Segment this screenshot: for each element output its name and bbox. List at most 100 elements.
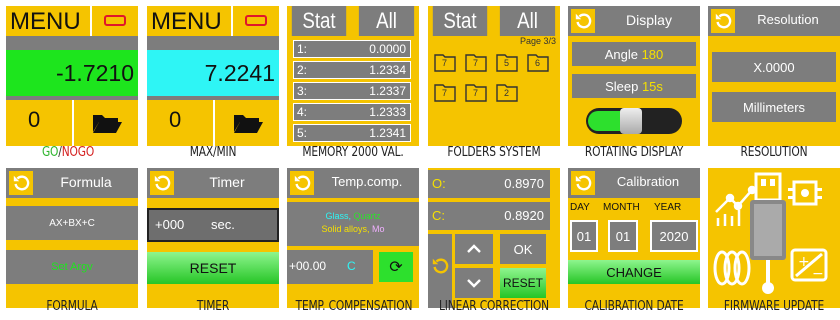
memory-row[interactable]: 4: 1.2333 xyxy=(293,103,411,121)
value-c-field[interactable]: C: 0.8920 xyxy=(428,202,550,230)
rotation-toggle[interactable] xyxy=(586,108,682,134)
reset-button[interactable]: RESET xyxy=(147,252,279,284)
year-field[interactable]: 2020 xyxy=(650,220,698,252)
measurement-display: -1.7210 xyxy=(6,50,138,96)
label-c: C: xyxy=(432,208,445,223)
set-argv-button[interactable]: Set Argv xyxy=(6,250,138,284)
gonogo-screen: MENU -1.7210 0 xyxy=(6,6,138,146)
material-list[interactable]: Glass, Quartz Solid alloys, Mo xyxy=(287,202,419,246)
status-bar xyxy=(147,36,279,50)
back-icon[interactable] xyxy=(428,254,452,278)
firmware-screen: + − xyxy=(708,168,840,308)
reset-button[interactable]: RESET xyxy=(500,268,546,298)
caption-calibration: CALIBRATION DATE xyxy=(584,299,684,314)
back-icon[interactable] xyxy=(290,171,314,195)
month-field[interactable]: 01 xyxy=(608,220,638,252)
units-option-button[interactable]: Millimeters xyxy=(712,92,836,122)
caption-resolution: RESOLUTION xyxy=(740,145,808,160)
screen-title: Formula xyxy=(60,174,112,190)
year-label: YEAR xyxy=(654,202,682,213)
day-field[interactable]: 01 xyxy=(570,220,598,252)
refresh-icon: ⟳ xyxy=(389,259,403,276)
memory-row[interactable]: 1: 0.0000 xyxy=(293,40,411,58)
resolution-option-button[interactable]: X.0000 xyxy=(712,52,836,82)
folder-open-icon[interactable] xyxy=(92,112,122,139)
back-icon[interactable] xyxy=(711,9,735,33)
tab-stat[interactable]: Stat xyxy=(291,6,347,36)
back-icon[interactable] xyxy=(150,171,174,195)
back-icon[interactable] xyxy=(571,9,595,33)
material-solid-alloys: Solid alloys, xyxy=(321,224,370,234)
temperature-input[interactable]: +00.00 C xyxy=(287,250,373,284)
timer-input[interactable]: +000 sec. xyxy=(147,208,279,242)
divider xyxy=(213,100,215,146)
rolls-icon xyxy=(713,250,751,286)
back-icon[interactable] xyxy=(571,171,595,195)
caption-memory: MEMORY 2000 VAL. xyxy=(302,145,404,160)
ok-button[interactable]: OK xyxy=(500,234,546,264)
material-mo: Mo xyxy=(372,224,385,234)
display-screen: Display Angle 180 Sleep 15s xyxy=(568,6,700,146)
count-value: 0 xyxy=(169,107,182,132)
memory-value: 1.2341 xyxy=(369,126,406,140)
folder-item[interactable]: 7 xyxy=(434,52,456,72)
refresh-button[interactable]: ⟳ xyxy=(379,252,413,282)
maxmin-screen: MENU 7.2241 0 xyxy=(147,6,279,146)
memory-row[interactable]: 5: 1.2341 xyxy=(293,124,411,142)
formula-expression-button[interactable]: AX+BX+C xyxy=(6,206,138,240)
caption-temp: TEMP. COMPENSATION xyxy=(295,299,413,314)
memory-row[interactable]: 2: 1.2334 xyxy=(293,61,411,79)
sleep-label: Sleep xyxy=(605,78,639,94)
folder-item[interactable]: 5 xyxy=(496,52,518,72)
measurement-value: 7.2241 xyxy=(204,60,275,86)
folder-item[interactable]: 7 xyxy=(465,82,487,102)
folder-open-icon[interactable] xyxy=(233,112,263,139)
menu-label[interactable]: MENU xyxy=(10,8,81,36)
folders-screen: Stat All Page 3/3 7 7 5 6 7 7 2 xyxy=(428,6,560,146)
measurement-value: -1.7210 xyxy=(55,60,134,86)
toggle-knob[interactable] xyxy=(620,108,642,134)
caption-firmware: FIRMWARE UPDATE xyxy=(723,299,825,314)
folder-number: 7 xyxy=(473,58,479,68)
angle-label: Angle xyxy=(604,46,638,62)
folder-item[interactable]: 2 xyxy=(496,82,518,102)
up-button[interactable] xyxy=(455,234,493,264)
folder-item[interactable]: 7 xyxy=(434,82,456,102)
temp-screen: Temp.comp. Glass, Quartz Solid alloys, M… xyxy=(287,168,419,308)
usb-stick-icon xyxy=(750,172,786,294)
folder-item[interactable]: 7 xyxy=(465,52,487,72)
memory-index: 5: xyxy=(297,126,308,140)
timer-screen: Timer +000 sec. RESET xyxy=(147,168,279,308)
memory-list: 1: 0.0000 2: 1.2334 3: 1.2337 4: 1.2333 5: 1.2341 xyxy=(293,40,411,146)
linear-screen: O: 0.8970 C: 0.8920 OK RESET xyxy=(428,168,560,308)
folder-number: 7 xyxy=(442,88,448,98)
value-o-field[interactable]: O: 0.8970 xyxy=(428,170,550,198)
sleep-button[interactable]: Sleep 15s xyxy=(572,74,696,98)
tab-stat[interactable]: Stat xyxy=(432,6,488,36)
resolution-screen: Resolution X.0000 Millimeters xyxy=(708,6,840,146)
angle-button[interactable]: Angle 180 xyxy=(572,42,696,66)
memory-value: 1.2337 xyxy=(369,84,406,98)
memory-row[interactable]: 3: 1.2337 xyxy=(293,82,411,100)
back-icon[interactable] xyxy=(9,171,33,195)
chevron-down-icon xyxy=(467,279,481,288)
memory-screen: Stat All 1: 0.0000 2: 1.2334 3: 1.2337 4: 1.233… xyxy=(287,6,419,146)
label-o: O: xyxy=(432,176,446,191)
svg-text:−: − xyxy=(812,266,824,282)
folder-number: 2 xyxy=(504,88,510,98)
timer-unit: sec. xyxy=(211,217,235,232)
menu-label[interactable]: MENU xyxy=(151,8,222,36)
day-label: DAY xyxy=(570,202,590,213)
value-o: 0.8970 xyxy=(504,176,544,191)
tab-all[interactable]: All xyxy=(358,6,415,36)
folder-item[interactable]: 6 xyxy=(527,52,549,72)
memory-index: 1: xyxy=(297,42,308,56)
tab-all[interactable]: All xyxy=(499,6,556,36)
memory-index: 3: xyxy=(297,84,308,98)
down-button[interactable] xyxy=(455,268,493,298)
caption-maxmin: MAX/MIN xyxy=(189,145,237,160)
memory-value: 1.2334 xyxy=(369,63,406,77)
count-value: 0 xyxy=(28,107,41,132)
memory-index: 4: xyxy=(297,105,308,119)
change-button[interactable]: CHANGE xyxy=(568,260,700,284)
